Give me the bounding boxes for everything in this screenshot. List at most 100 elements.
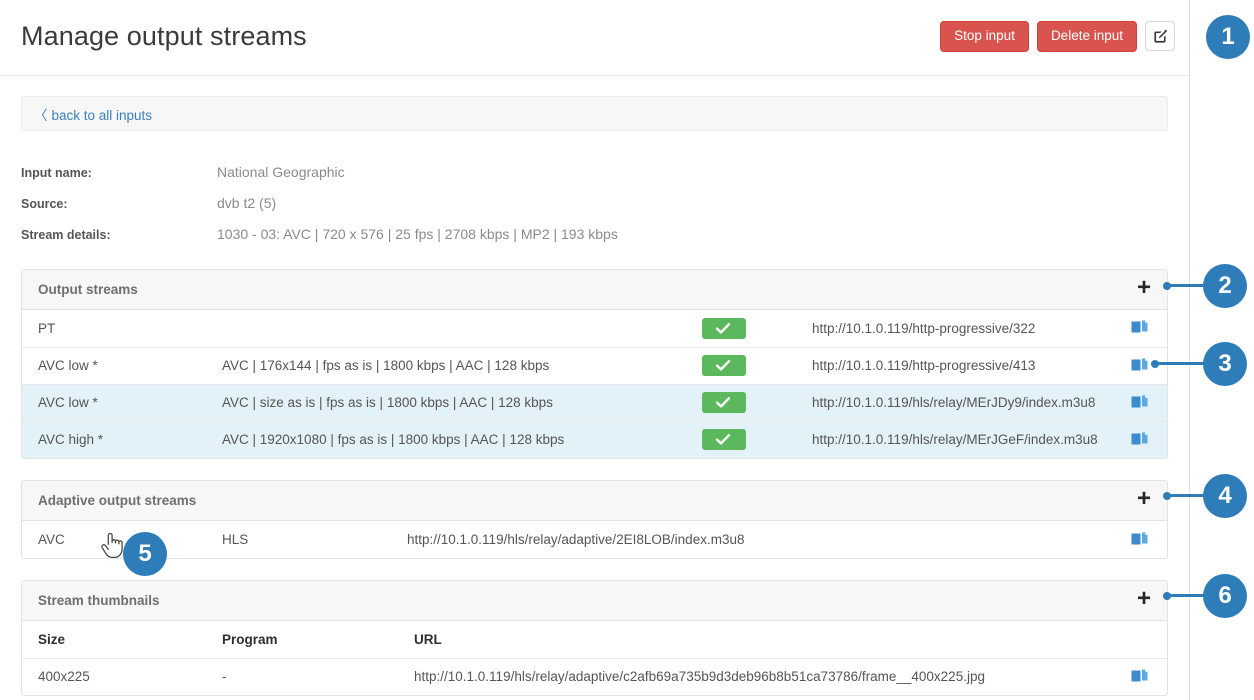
stream-desc: AVC | 176x144 | fps as is | 1800 kbps | …	[222, 358, 550, 373]
header-actions: Stop input Delete input	[940, 21, 1175, 52]
table-header-row: Size Program URL	[22, 621, 1167, 659]
callout-6: 6	[1163, 574, 1247, 618]
column-header-program: Program	[222, 621, 414, 659]
output-streams-title: Output streams	[38, 282, 138, 297]
stream-name: AVC low *	[38, 395, 98, 410]
output-streams-panel: Output streams + PT http://10.1.0.119/ht…	[21, 269, 1168, 459]
callout-5: 5	[123, 532, 167, 576]
stream-url: http://10.1.0.119/hls/relay/MErJGeF/inde…	[812, 432, 1098, 448]
page-header: Manage output streams Stop input Delete …	[0, 0, 1189, 76]
callout-3: 3	[1151, 342, 1247, 386]
stop-input-button[interactable]: Stop input	[940, 21, 1029, 52]
info-row-input-name: Input name: National Geographic	[21, 164, 1168, 195]
table-row[interactable]: AVC high * AVC | 1920x1080 | fps as is |…	[22, 421, 1167, 458]
stream-url: http://10.1.0.119/hls/relay/MErJDy9/inde…	[812, 395, 1096, 410]
edit-input-button[interactable]	[1145, 21, 1175, 52]
delete-input-button[interactable]: Delete input	[1036, 21, 1137, 52]
copy-icon[interactable]	[1131, 356, 1148, 376]
adaptive-url: http://10.1.0.119/hls/relay/adaptive/2EI…	[407, 532, 745, 547]
stream-desc	[222, 310, 702, 347]
copy-icon[interactable]	[1131, 430, 1148, 450]
copy-icon[interactable]	[1131, 393, 1148, 413]
status-badge-enabled[interactable]	[702, 317, 746, 339]
callout-badge-number: 1	[1206, 15, 1250, 59]
callout-1: 1	[1206, 15, 1250, 59]
copy-icon[interactable]	[1131, 318, 1148, 338]
add-output-stream-button[interactable]: +	[1135, 275, 1153, 304]
column-header-size: Size	[22, 621, 222, 659]
status-badge-enabled[interactable]	[702, 429, 746, 451]
page-container: Manage output streams Stop input Delete …	[0, 0, 1190, 700]
status-badge-enabled[interactable]	[702, 392, 746, 413]
stream-name: PT	[38, 320, 56, 336]
back-link-label: back to all inputs	[51, 107, 153, 123]
back-bar: 〈 back to all inputs	[21, 96, 1168, 131]
copy-icon[interactable]	[1131, 530, 1148, 550]
table-row[interactable]: 400x225 - http://10.1.0.119/hls/relay/ad…	[22, 658, 1167, 695]
adaptive-output-streams-panel: Adaptive output streams + AVC HLS http:/…	[21, 480, 1168, 559]
callout-4: 4	[1163, 474, 1247, 518]
callout-leader-line	[1151, 359, 1205, 368]
adaptive-streams-table: AVC HLS http://10.1.0.119/hls/relay/adap…	[22, 521, 1167, 558]
back-bar-wrap: 〈 back to all inputs	[0, 76, 1189, 131]
thumbnails-header: Stream thumbnails +	[22, 581, 1167, 621]
output-streams-table: PT http://10.1.0.119/http-progressive/32…	[22, 310, 1167, 458]
stream-state	[702, 384, 812, 421]
table-row[interactable]: AVC low * AVC | 176x144 | fps as is | 18…	[22, 347, 1167, 384]
app-root: Manage output streams Stop input Delete …	[0, 0, 1254, 700]
stream-copy-cell	[1111, 384, 1167, 421]
copy-icon[interactable]	[1131, 667, 1148, 687]
info-label: Source:	[21, 197, 68, 211]
info-label: Input name:	[21, 166, 92, 180]
info-row-source: Source: dvb t2 (5)	[21, 195, 1168, 226]
table-row[interactable]: PT http://10.1.0.119/http-progressive/32…	[22, 310, 1167, 347]
info-row-stream-details: Stream details: 1030 - 03: AVC | 720 x 5…	[21, 226, 1168, 257]
column-header-actions	[1111, 621, 1167, 659]
adaptive-streams-title: Adaptive output streams	[38, 493, 197, 508]
callout-leader-line	[1163, 491, 1205, 500]
adaptive-copy-cell	[1111, 521, 1167, 558]
input-info: Input name: National Geographic Source: …	[0, 164, 1189, 257]
thumbnail-copy-cell	[1111, 658, 1167, 695]
add-adaptive-stream-button[interactable]: +	[1135, 486, 1153, 515]
column-header-url: URL	[414, 621, 1111, 659]
add-thumbnail-button[interactable]: +	[1135, 586, 1153, 615]
stream-name: AVC low *	[38, 358, 98, 373]
stream-url: http://10.1.0.119/http-progressive/322	[812, 320, 1036, 336]
thumbnail-program: -	[222, 669, 227, 685]
stream-copy-cell	[1111, 421, 1167, 458]
back-to-all-inputs-link[interactable]: 〈 back to all inputs	[34, 104, 152, 124]
table-row[interactable]: AVC low * AVC | size as is | fps as is |…	[22, 384, 1167, 421]
stream-name: AVC high *	[38, 432, 104, 448]
info-label: Stream details:	[21, 228, 111, 242]
status-badge-enabled[interactable]	[702, 355, 746, 376]
thumbnail-size: 400x225	[38, 669, 90, 685]
thumbnails-title: Stream thumbnails	[38, 593, 160, 608]
adaptive-protocol: HLS	[222, 532, 249, 547]
callout-leader-line	[1163, 281, 1205, 290]
output-streams-header: Output streams +	[22, 270, 1167, 310]
callout-badge-number: 2	[1203, 264, 1247, 308]
stream-copy-cell	[1111, 310, 1167, 347]
adaptive-streams-header: Adaptive output streams +	[22, 481, 1167, 521]
info-value: National Geographic	[217, 164, 345, 180]
pointer-hand-cursor	[100, 531, 124, 566]
stream-state	[702, 310, 812, 347]
pencil-square-icon	[1153, 29, 1168, 44]
stream-thumbnails-panel: Stream thumbnails + Size Program URL 400…	[21, 580, 1168, 696]
stream-desc: AVC | 1920x1080 | fps as is | 1800 kbps …	[222, 432, 565, 448]
table-row[interactable]: AVC HLS http://10.1.0.119/hls/relay/adap…	[22, 521, 1167, 558]
thumbnails-table: Size Program URL 400x225 - http://10.1.0…	[22, 621, 1167, 695]
stream-url: http://10.1.0.119/http-progressive/413	[812, 358, 1036, 373]
page-title: Manage output streams	[21, 21, 307, 51]
info-value: dvb t2 (5)	[217, 195, 277, 211]
chevron-left-icon: 〈	[34, 107, 48, 123]
callout-badge-number: 5	[123, 532, 167, 576]
callout-badge-number: 4	[1203, 474, 1247, 518]
stream-state	[702, 421, 812, 458]
callout-2: 2	[1163, 264, 1247, 308]
thumbnail-url: http://10.1.0.119/hls/relay/adaptive/c2a…	[414, 669, 985, 685]
info-value: 1030 - 03: AVC | 720 x 576 | 25 fps | 27…	[217, 226, 618, 242]
callout-leader-line	[1163, 591, 1205, 600]
callout-badge-number: 3	[1203, 342, 1247, 386]
